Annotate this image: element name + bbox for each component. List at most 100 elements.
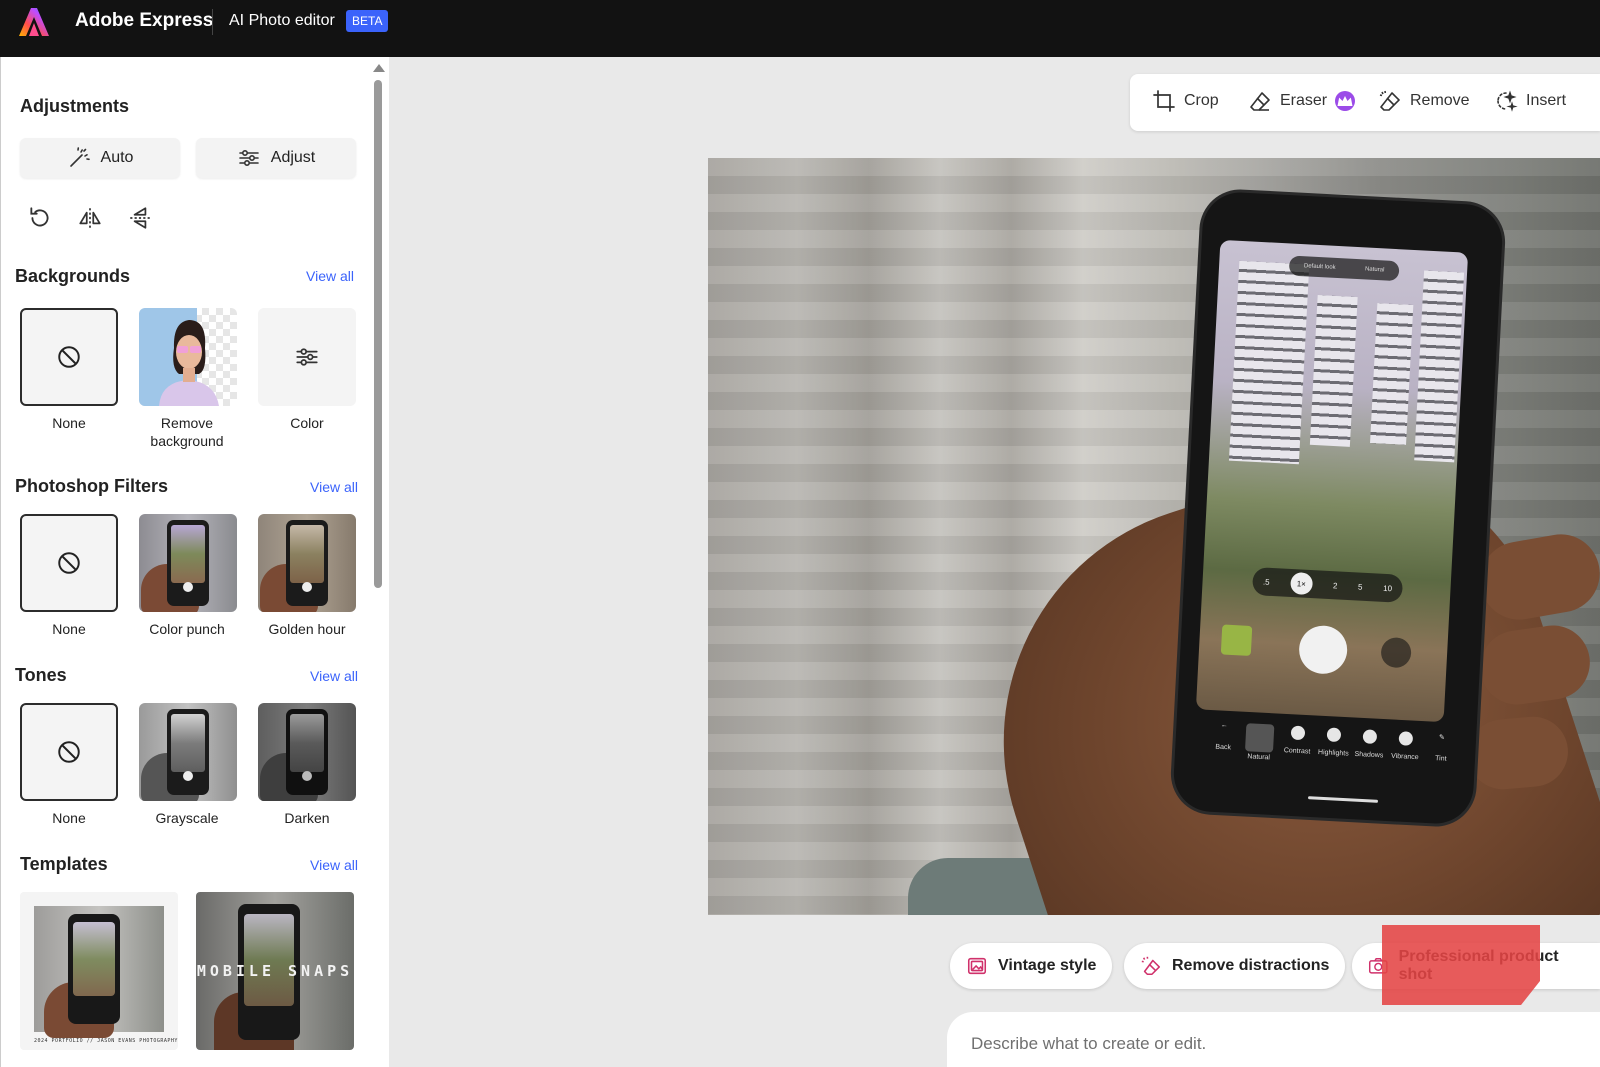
phone-look-value: Natural xyxy=(1364,266,1385,274)
golden-hour-thumbnail xyxy=(258,514,356,612)
tone-none-label: None xyxy=(52,810,86,826)
tones-title: Tones xyxy=(15,665,67,685)
remove-background-tile[interactable] xyxy=(139,308,237,406)
prompt-input[interactable]: Describe what to create or edit. xyxy=(947,1012,1600,1067)
insert-button[interactable]: Insert xyxy=(1494,89,1566,113)
building xyxy=(1309,294,1358,447)
muo-watermark-logo xyxy=(1382,925,1540,1005)
suggestion-label: Vintage style xyxy=(998,957,1097,974)
building xyxy=(1370,303,1414,445)
template-phone-screen xyxy=(244,914,294,1006)
remove-background-label: Remove background xyxy=(150,415,224,449)
woman-portrait-thumbnail xyxy=(139,308,219,406)
darken-thumbnail xyxy=(258,703,356,801)
insert-label: Insert xyxy=(1526,92,1567,109)
phone-tool-selected: Natural xyxy=(1244,723,1276,762)
background-color-label: Color xyxy=(290,415,324,431)
flip-horizontal-icon[interactable] xyxy=(77,205,103,231)
filter-golden-hour-label: Golden hour xyxy=(268,621,346,637)
suggestion-chip-vintage-style[interactable]: Vintage style xyxy=(950,943,1113,989)
filter-none-tile[interactable] xyxy=(20,514,118,612)
premium-crown-icon xyxy=(1335,91,1356,111)
suggestion-chip-remove-distractions[interactable]: Remove distractions xyxy=(1124,943,1346,989)
scrollbar-thumb[interactable] xyxy=(374,80,382,588)
eraser-sparkle-icon xyxy=(1141,956,1161,976)
phone-zoom-option-selected: 1× xyxy=(1289,571,1313,596)
template-card[interactable]: 2024 PORTFOLIO // JASON EVANS PHOTOGRAPH… xyxy=(20,892,178,1050)
brand-name[interactable]: Adobe Express xyxy=(75,10,213,32)
building xyxy=(1414,270,1465,463)
none-icon xyxy=(58,346,80,368)
phone-tool: ← Back xyxy=(1215,721,1232,752)
phone-tool: Highlights xyxy=(1318,727,1349,758)
phone-tool: ✎ Tint xyxy=(1434,734,1447,763)
tone-darken-label: Darken xyxy=(284,810,330,826)
phone-thumbnail xyxy=(1220,624,1253,656)
crop-icon xyxy=(1153,90,1175,112)
divider xyxy=(212,9,213,35)
suggestion-label: Remove distractions xyxy=(1172,957,1330,974)
adobe-express-logo-icon[interactable] xyxy=(18,6,50,38)
flip-vertical-icon[interactable] xyxy=(127,205,153,231)
remove-label: Remove xyxy=(1410,92,1470,109)
templates-title: Templates xyxy=(20,854,108,874)
top-bar: Adobe Express AI Photo editor BETA xyxy=(0,0,1600,57)
adjust-label: Adjust xyxy=(270,149,316,166)
magic-wand-icon xyxy=(69,147,90,167)
templates-view-all-link[interactable]: View all xyxy=(310,857,358,873)
image-frame-icon xyxy=(967,957,987,975)
remove-button[interactable]: Remove xyxy=(1378,89,1470,113)
filter-none-label: None xyxy=(52,621,86,637)
background-color-tile[interactable] xyxy=(258,308,356,406)
phone-zoom-option: 5 xyxy=(1357,582,1363,592)
backgrounds-view-all-link[interactable]: View all xyxy=(306,268,354,284)
auto-button[interactable]: Auto xyxy=(20,138,180,178)
tone-darken-tile[interactable] xyxy=(258,703,356,801)
tones-view-all-link[interactable]: View all xyxy=(310,668,358,684)
phone-edit-toolbar: ← Back Natural Contrast Highlights Shadow… xyxy=(1206,711,1469,795)
sliders-icon xyxy=(238,150,259,167)
eraser-button[interactable]: Eraser xyxy=(1248,89,1356,113)
template-caption: 2024 PORTFOLIO // JASON EVANS PHOTOGRAPH… xyxy=(34,1038,178,1044)
template-phone-screen xyxy=(73,922,115,996)
none-icon xyxy=(58,741,80,763)
template-card[interactable]: MOBILE SNAPS xyxy=(196,892,354,1050)
phone-zoom-option: 2 xyxy=(1332,580,1338,590)
filter-color-punch-tile[interactable] xyxy=(139,514,237,612)
phone-camera-screen: Default look Natural .5 1× 2 5 10 xyxy=(1195,239,1469,723)
filters-title: Photoshop Filters xyxy=(15,476,168,496)
color-punch-thumbnail xyxy=(139,514,237,612)
tone-none-tile[interactable] xyxy=(20,703,118,801)
tone-grayscale-label: Grayscale xyxy=(155,810,219,826)
remove-object-icon xyxy=(1379,90,1400,111)
template-overlay-text: MOBILE SNAPS xyxy=(196,962,354,980)
phone-zoom-option: .5 xyxy=(1262,577,1270,587)
crop-label: Crop xyxy=(1184,92,1219,109)
phone-zoom-selector: .5 1× 2 5 10 xyxy=(1251,567,1404,603)
sliders-icon xyxy=(296,348,318,366)
crop-button[interactable]: Crop xyxy=(1152,89,1219,113)
phone-switch-camera-icon xyxy=(1380,636,1412,669)
photo-canvas[interactable]: Default look Natural .5 1× 2 5 10 ← Back … xyxy=(708,158,1600,915)
edit-toolbar: Crop Eraser Remove Insert xyxy=(1130,74,1600,131)
phone-zoom-option: 10 xyxy=(1382,583,1393,593)
rotate-icon[interactable] xyxy=(27,205,53,231)
backgrounds-title: Backgrounds xyxy=(15,266,131,286)
product-name: AI Photo editor xyxy=(229,12,335,29)
phone-tool: Contrast xyxy=(1282,725,1313,756)
eraser-icon xyxy=(1250,92,1270,111)
background-none-tile[interactable] xyxy=(20,308,118,406)
none-icon xyxy=(58,552,80,574)
tone-grayscale-tile[interactable] xyxy=(139,703,237,801)
grayscale-thumbnail xyxy=(139,703,237,801)
filters-view-all-link[interactable]: View all xyxy=(310,479,358,495)
filter-color-punch-label: Color punch xyxy=(149,621,225,637)
filter-golden-hour-tile[interactable] xyxy=(258,514,356,612)
phone-look-label: Default look xyxy=(1303,263,1336,271)
adjustments-title: Adjustments xyxy=(20,96,130,116)
phone-tool: Vibrance xyxy=(1390,731,1421,762)
adjust-button[interactable]: Adjust xyxy=(196,138,356,178)
phone-tool: Shadows xyxy=(1354,729,1385,760)
scroll-up-arrow-icon[interactable] xyxy=(373,64,385,72)
auto-label: Auto xyxy=(100,149,134,166)
